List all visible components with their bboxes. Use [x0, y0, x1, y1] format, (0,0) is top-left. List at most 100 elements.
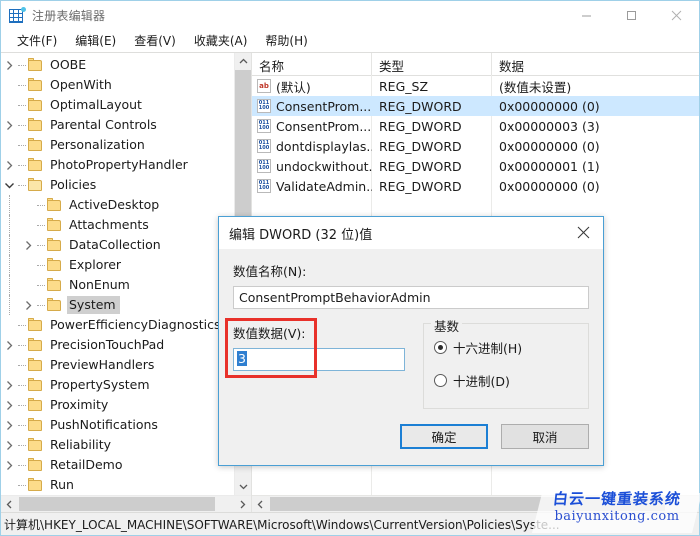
dword-value-icon: 011 100 — [257, 139, 271, 153]
tree-item-previewhandlers[interactable]: PreviewHandlers — [1, 355, 233, 375]
tree-item-powerefficiencydiagnostics[interactable]: PowerEfficiencyDiagnostics — [1, 315, 233, 335]
tree-expander-icon[interactable] — [1, 435, 17, 455]
column-header-type[interactable]: 类型 — [372, 53, 492, 75]
menu-item-file[interactable]: 文件(F) — [8, 30, 66, 52]
tree-expander-icon[interactable] — [1, 95, 17, 115]
tree-expander-icon[interactable] — [1, 415, 17, 435]
folder-icon — [46, 198, 62, 212]
tree-expander-icon[interactable] — [1, 75, 17, 95]
tree-item-label: Personalization — [50, 137, 145, 152]
table-row[interactable]: ab (默认) REG_SZ (数值未设置) — [252, 76, 699, 96]
tree-item-policies[interactable]: Policies — [1, 175, 233, 195]
value-data-cell: 0x00000003 (3) — [499, 118, 600, 134]
folder-icon — [27, 418, 43, 432]
tree-expander-icon[interactable] — [1, 455, 17, 475]
tree-connector — [36, 235, 46, 255]
tree-expander-icon[interactable] — [20, 235, 36, 255]
tree-connector — [17, 415, 27, 435]
tree-item-optimallayout[interactable]: OptimalLayout — [1, 95, 233, 115]
minimize-button[interactable] — [564, 1, 609, 30]
tree-expander-icon[interactable] — [1, 395, 17, 415]
value-data-cell: 0x00000000 (0) — [499, 138, 600, 154]
tree-expander-icon[interactable] — [20, 255, 36, 275]
tree-item-precisiontouchpad[interactable]: PrecisionTouchPad — [1, 335, 233, 355]
tree-expander-icon[interactable] — [1, 115, 17, 135]
tree-hscroll-thumb[interactable] — [19, 497, 215, 511]
list-scroll-left-icon[interactable] — [252, 496, 269, 512]
tree-expander-icon[interactable] — [1, 55, 17, 75]
value-data-input[interactable]: 3 — [233, 348, 405, 371]
scroll-up-icon[interactable] — [235, 53, 251, 70]
tree-item-label: Parental Controls — [50, 117, 157, 132]
tree-item-run[interactable]: Run — [1, 475, 233, 495]
tree-item-parental-controls[interactable]: Parental Controls — [1, 115, 233, 135]
tree-item-explorer[interactable]: Explorer — [1, 255, 233, 275]
tree-item-label: System — [67, 296, 120, 314]
tree-horizontal-scrollbar[interactable] — [1, 495, 251, 512]
tree-connector — [17, 435, 27, 455]
tree-scroll-thumb[interactable] — [235, 70, 251, 220]
list-horizontal-scrollbar[interactable] — [252, 495, 699, 512]
tree-expander-icon[interactable] — [20, 275, 36, 295]
tree-item-datacollection[interactable]: DataCollection — [1, 235, 233, 255]
radio-decimal[interactable]: 十进制(D) — [434, 371, 578, 390]
tree-item-personalization[interactable]: Personalization — [1, 135, 233, 155]
tree-connector — [17, 75, 27, 95]
scroll-left-icon[interactable] — [1, 496, 18, 512]
tree-expander-icon[interactable] — [20, 215, 36, 235]
tree-item-propertysystem[interactable]: PropertySystem — [1, 375, 233, 395]
tree-expander-icon[interactable] — [1, 135, 17, 155]
tree-expander-icon[interactable] — [1, 355, 17, 375]
tree-item-label: DataCollection — [69, 237, 161, 252]
column-header-data[interactable]: 数据 — [492, 53, 699, 75]
ok-button[interactable]: 确定 — [400, 424, 488, 449]
table-row[interactable]: 011 100 ConsentProm... REG_DWORD 0x00000003 … — [252, 116, 699, 136]
tree-expander-icon[interactable] — [1, 175, 17, 195]
radio-hexadecimal-icon[interactable] — [434, 341, 447, 354]
tree-item-oobe[interactable]: OOBE — [1, 55, 233, 75]
tree-item-openwith[interactable]: OpenWith — [1, 75, 233, 95]
tree-connector — [17, 395, 27, 415]
value-name-cell: 011 100 ValidateAdmin... — [252, 179, 372, 194]
main-content: OOBE OpenWith OptimalLayout Parental Contro… — [1, 52, 699, 512]
table-row[interactable]: 011 100 undockwithout... REG_DWORD 0x0000000… — [252, 156, 699, 176]
tree-connector — [36, 275, 46, 295]
tree-item-retaildemo[interactable]: RetailDemo — [1, 455, 233, 475]
radio-hexadecimal[interactable]: 十六进制(H) — [434, 338, 578, 357]
close-button[interactable] — [654, 1, 699, 30]
tree-item-proximity[interactable]: Proximity — [1, 395, 233, 415]
table-row[interactable]: 011 100 dontdisplaylas... REG_DWORD 0x000000… — [252, 136, 699, 156]
tree-expander-icon[interactable] — [1, 315, 17, 335]
tree-connector — [17, 155, 27, 175]
cancel-button[interactable]: 取消 — [501, 424, 589, 449]
value-name-input[interactable]: ConsentPromptBehaviorAdmin — [233, 286, 589, 309]
tree-item-photopropertyhandler[interactable]: PhotoPropertyHandler — [1, 155, 233, 175]
tree-expander-icon[interactable] — [1, 375, 17, 395]
scroll-down-icon[interactable] — [235, 478, 251, 495]
list-hscroll-thumb[interactable] — [270, 497, 665, 511]
tree-expander-icon[interactable] — [20, 195, 36, 215]
tree-item-nonenum[interactable]: NonEnum — [1, 275, 233, 295]
menu-item-help[interactable]: 帮助(H) — [256, 30, 316, 52]
dialog-close-icon[interactable] — [563, 217, 603, 248]
column-header-name[interactable]: 名称 — [252, 53, 372, 75]
tree-item-pushnotifications[interactable]: PushNotifications — [1, 415, 233, 435]
tree-connector — [17, 475, 27, 495]
menu-item-favorites[interactable]: 收藏夹(A) — [185, 30, 257, 52]
tree-expander-icon[interactable] — [1, 155, 17, 175]
table-row[interactable]: 011 100 ConsentProm... REG_DWORD 0x00000000 … — [252, 96, 699, 116]
tree-item-activedesktop[interactable]: ActiveDesktop — [1, 195, 233, 215]
maximize-button[interactable] — [609, 1, 654, 30]
tree-expander-icon[interactable] — [1, 335, 17, 355]
tree-item-reliability[interactable]: Reliability — [1, 435, 233, 455]
registry-tree-pane: OOBE OpenWith OptimalLayout Parental Contro… — [1, 53, 252, 512]
tree-item-system[interactable]: System — [1, 295, 233, 315]
radio-decimal-icon[interactable] — [434, 374, 447, 387]
scroll-right-icon[interactable] — [234, 496, 251, 512]
menu-item-edit[interactable]: 编辑(E) — [66, 30, 125, 52]
tree-item-attachments[interactable]: Attachments — [1, 215, 233, 235]
table-row[interactable]: 011 100 ValidateAdmin... REG_DWORD 0x0000000… — [252, 176, 699, 196]
tree-expander-icon[interactable] — [20, 295, 36, 315]
menu-item-view[interactable]: 查看(V) — [125, 30, 185, 52]
tree-expander-icon[interactable] — [1, 475, 17, 495]
